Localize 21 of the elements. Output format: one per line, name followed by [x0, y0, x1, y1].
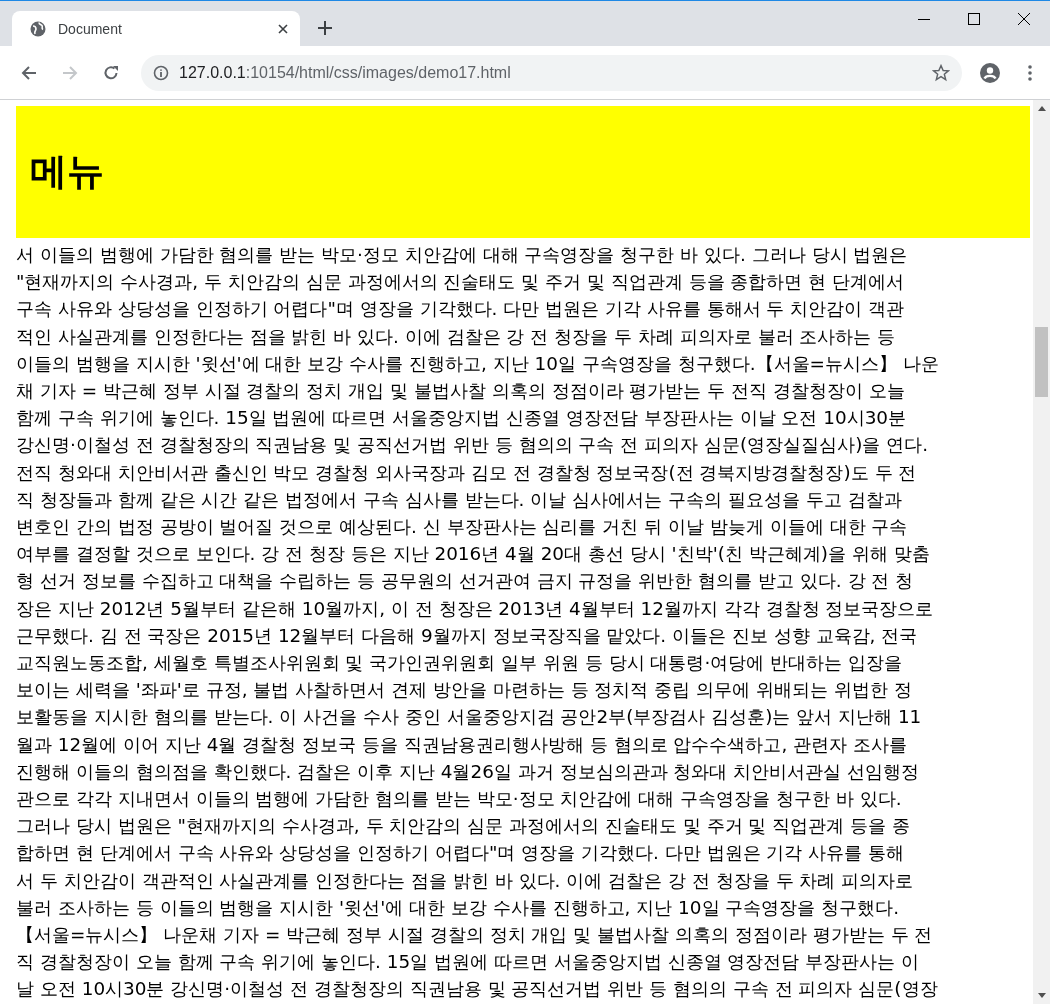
url-text: 127.0.0.1:10154/html/css/images/demo17.html — [179, 63, 512, 82]
close-icon[interactable] — [1018, 13, 1030, 25]
new-tab-icon[interactable] — [318, 21, 332, 35]
menu-icon[interactable] — [1028, 64, 1032, 81]
globe-icon — [30, 20, 46, 37]
tab-title: Document — [58, 20, 123, 37]
scrollbar[interactable] — [1033, 100, 1050, 1004]
back-arrow-icon[interactable] — [21, 64, 37, 81]
article-text: 서 이들의 범행에 가담한 혐의를 받는 박모·정모 치안감에 대해 구속영장을 청구한 바 있다. 그러나 당시 법원은 "현재까지의 수사경과, 두 치안감의 심문 과정에서의 진술태도 및 주거 및 직업관계 등을 종합하면 현 단계에서 구속 사유와 상당성을 인정하기 어렵다"며 영장을 기각했다. 다만 법원은 기각 사유를 통해서 두 치안감이 객관 적인 사실관계를 인정한다는 점을 밝힌 바 있다. 이에 검찰은 강 전 청장을 두 차례 피의자로 불러 조사하는 등 이들의 범행을 지시한 '윗선'에 대한 보강 수사를 진행하고, 지난 10일 구속영장을 청구했다.【서울=뉴시스】 나운 채 기자 = 박근혜 정부 시절 경찰의 정치 개입 및 불법사찰 의혹의 정점이라 평가받는 두 전직 경찰청장이 오늘 함께 구속 위기에 놓인다. 15일 법원에 따르면 서울중앙지법 신종열 영장전담 부장판사는 이날 오전 10시30분 강신명·이철성 전 경찰청장의 직권남용 및 공직선거법 위반 등 혐의의 구속 전 피의자 심문(영장실질심사)을 연다. 전직 청와대 치안비서관 출신인 박모 경찰청 외사국장과 김모 전 경찰청 정보국장(전 경북지방경찰청장)도 두 전 직 청장들과 함께 같은 시간 같은 법정에서 구속 심사를 받는다. 이날 심사에서는 구속의 필요성을 두고 검찰과 변호인 간의 법정 공방이 벌어질 것으로 예상된다. 신 부장판사는 심리를 거친 뒤 이날 밤늦게 이들에 대한 구속 여부를 결정할 것으로 보인다. 강 전 청장 등은 지난 2016년 4월 20대 총선 당시 '친박'(친 박근혜계)을 위해 맞춤 형 선거 정보를 수집하고 대책을 수립하는 등 공무원의 선거관여 금지 규정을 위반한 혐의를 받고 있다. 강 전 청 장은 지난 2012년 5월부터 같은해 10월까지, 이 전 청장은 2013년 4월부터 12월까지 각각 경찰청 정보국장으로 근무했다. 김 전 국장은 2015년 12월부터 다음해 9월까지 정보국장직을 맡았다. 이들은 진보 성향 교육감, 전국 교직원노동조합, 세월호 특별조사위원회 및 국가인권위원회 일부 위원 등 당시 대통령·여당에 반대하는 입장을 보이는 세력을 '좌파'로 규정, 불법 사찰하면서 견제 방안을 마련하는 등 정치적 중립 의무에 위배되는 위법한 정 보활동을 지시한 혐의를 받는다. 이 사건을 수사 중인 서울중앙지검 공안2부(부장검사 김성훈)는 앞서 지난해 11 월과 12월에 이어 지난 4월 경찰청 정보국 등을 직권남용권리행사방해 등 혐의로 압수수색하고, 관련자 조사를 진행해 이들의 혐의점을 확인했다. 검찰은 이후 지난 4월26일 과거 정보심의관과 청와대 치안비서관실 선임행정 관으로 각각 지내면서 이들의 범행에 가담한 혐의를 받는 박모·정모 치안감에 대해 구속영장을 청구한 바 있다. 그러나 당시 법원은 "현재까지의 수사경과, 두 치안감의 심문 과정에서의 진술태도 및 주거 및 직업관계 등을 종 합하면 현 단계에서 구속 사유와 상당성을 인정하기 어렵다"며 영장을 기각했다. 다만 법원은 기각 사유를 통해 서 두 치안감이 객관적인 사실관계를 인정한다는 점을 밝힌 바 있다. 이에 검찰은 강 전 청장을 두 차례 피의자로 불러 조사하는 등 이들의 범행을 지시한 '윗선'에 대한 보강 수사를 진행하고, 지난 10일 구속영장을 청구했다. 【서울=뉴시스】 나운채 기자 = 박근혜 정부 시절 경찰의 정치 개입 및 불법사찰 의혹의 정점이라 평가받는 두 전 직 경찰청장이 오늘 함께 구속 위기에 놓인다. 15일 법원에 따르면 서울중앙지법 신종열 영장전담 부장판사는 이 날 오전 10시30분 강신명·이철성 전 경찰청장의 직권남용 및 공직선거법 위반 등 혐의의 구속 전 피의자 심문(영장 — [16, 243, 940, 1002]
scrollbar-thumb[interactable] — [1035, 327, 1048, 397]
scroll-up-icon[interactable] — [1037, 106, 1046, 111]
reload-icon[interactable] — [103, 64, 119, 81]
scroll-down-icon[interactable] — [1037, 993, 1046, 998]
maximize-icon[interactable] — [968, 13, 980, 25]
menu-title: 메뉴 — [30, 149, 104, 195]
profile-icon[interactable] — [980, 62, 1000, 83]
close-tab-icon[interactable] — [278, 23, 288, 34]
star-icon[interactable] — [932, 63, 950, 82]
address-bar[interactable]: 127.0.0.1:10154/html/css/images/demo17.html — [141, 54, 962, 91]
info-icon[interactable] — [153, 64, 169, 81]
browser-tab[interactable]: Document — [12, 11, 300, 46]
